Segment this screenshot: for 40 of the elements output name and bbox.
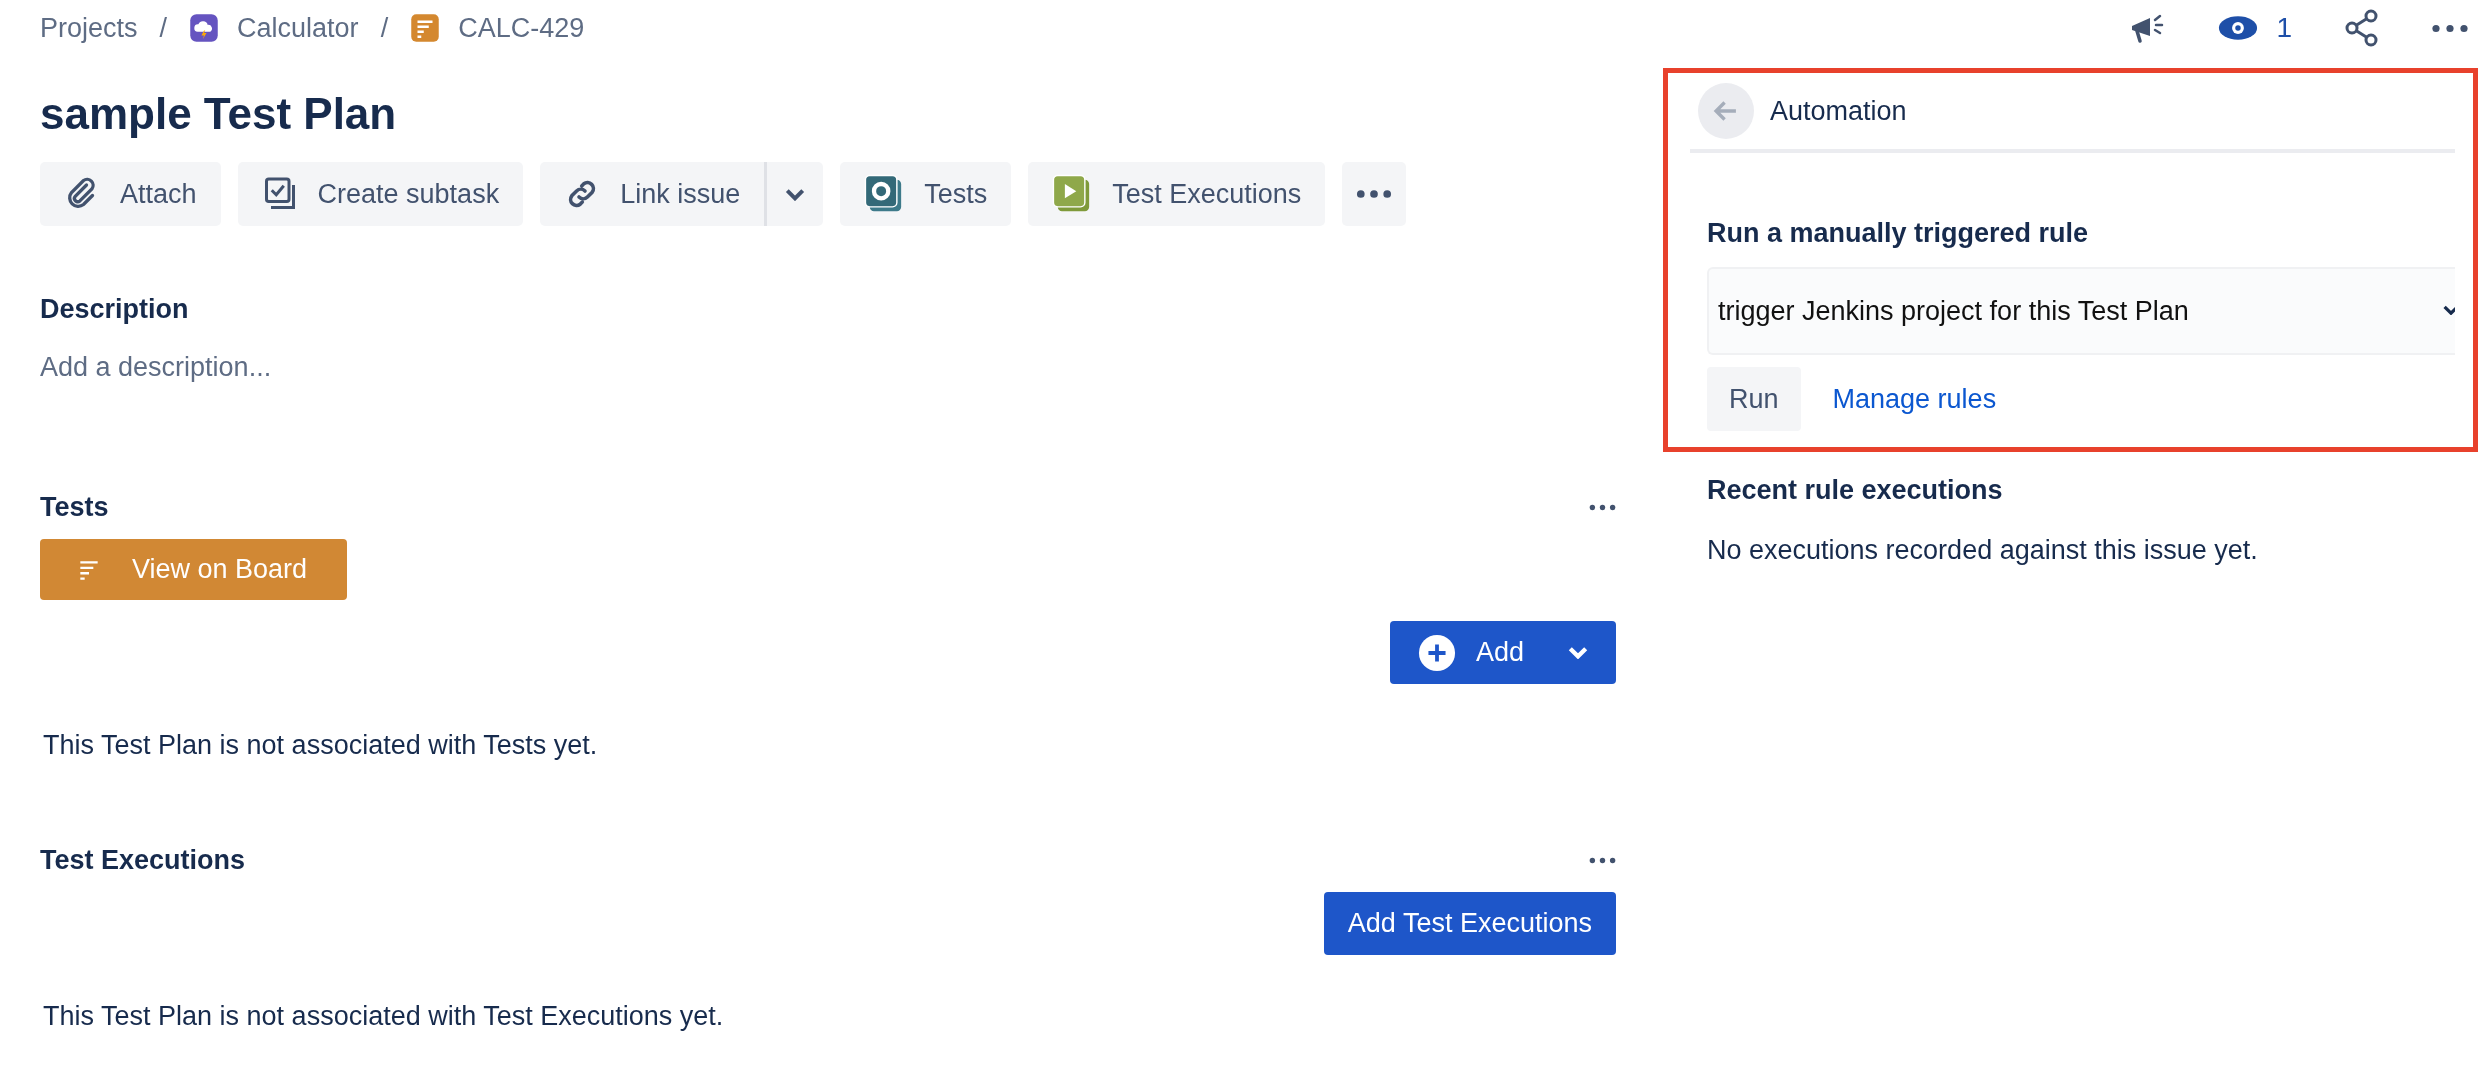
issue-title[interactable]: sample Test Plan [40, 88, 1616, 140]
dropdown-button[interactable] [767, 162, 824, 226]
breadcrumb-link[interactable]: Calculator [237, 12, 359, 44]
more-icon[interactable] [1589, 503, 1616, 511]
breadcrumb-link[interactable]: CALC-429 [458, 12, 585, 44]
more-icon [1356, 189, 1393, 199]
empty-message: This Test Plan is not associated with Test Executions yet. [43, 1000, 725, 1033]
breadcrumb-separator: / [380, 12, 389, 44]
executions-button[interactable]: Test Executions [1028, 162, 1326, 226]
add-button[interactable]: Add Test Executions [1323, 892, 1616, 955]
breadcrumb-link[interactable]: Projects [40, 12, 138, 44]
more-icon[interactable] [2432, 23, 2468, 33]
plus-icon [1418, 633, 1456, 672]
breadcrumb-separator: / [159, 12, 168, 44]
section-heading: Test Executions [40, 844, 246, 877]
more-button[interactable] [1342, 162, 1407, 226]
more-icon[interactable] [1589, 856, 1616, 864]
rule-heading: Run a manually triggered rule [1707, 217, 2090, 250]
attach-button[interactable]: Attach [40, 162, 221, 226]
panel-title: Automation [1770, 95, 1907, 127]
list-icon [410, 13, 441, 43]
caret-icon [1568, 646, 1588, 659]
cloud-icon [189, 13, 220, 43]
subtask-button[interactable]: Create subtask [237, 162, 524, 226]
watch-button[interactable]: 1 [2218, 12, 2292, 44]
rule-select[interactable]: trigger Jenkins project for this Test Plan [1707, 267, 2455, 355]
add-button[interactable]: Add [1390, 621, 1616, 684]
eye-icon [2218, 15, 2259, 41]
link-issue-button[interactable]: Link issue [540, 162, 768, 226]
manage-rules-link[interactable]: Manage rules [1832, 383, 1997, 415]
section-heading: Description [40, 293, 190, 326]
tests-button[interactable]: Tests [840, 162, 1012, 226]
empty-message: This Test Plan is not associated with Tests yet. [43, 729, 599, 762]
section-heading: Recent rule executions [1707, 474, 2004, 507]
description-field[interactable]: Add a description... [40, 347, 1616, 387]
run-button[interactable]: Run [1707, 367, 1801, 431]
caret-icon [785, 187, 806, 201]
empty-message: No executions recorded against this issue yet. [1707, 534, 2259, 567]
chevron-icon [2443, 305, 2455, 315]
section-heading: Tests [40, 491, 109, 524]
